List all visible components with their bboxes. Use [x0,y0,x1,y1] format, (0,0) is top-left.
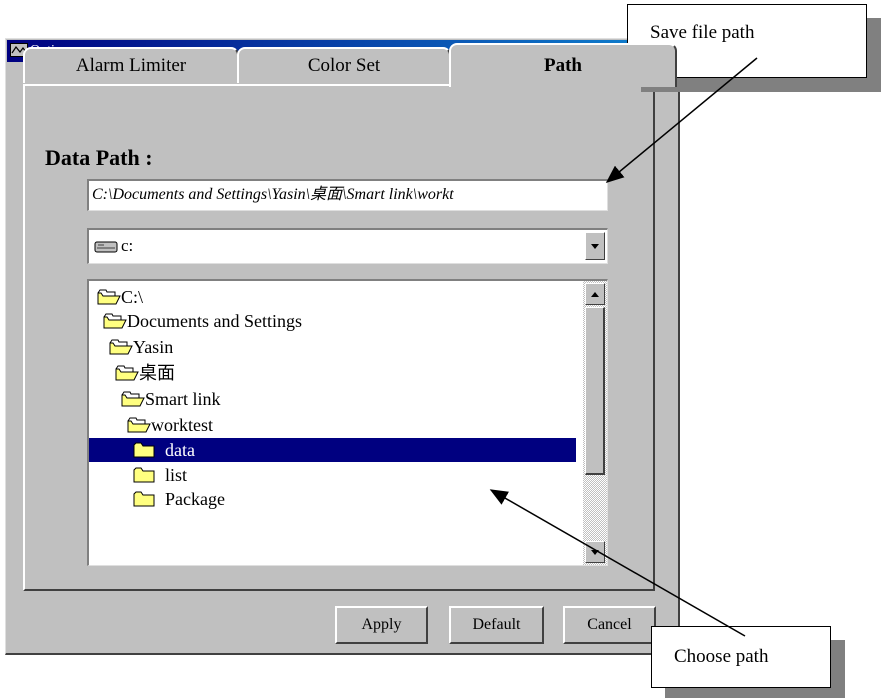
directory-label: Documents and Settings [127,311,302,331]
open-folder-icon [103,313,127,329]
open-folder-icon [127,417,151,433]
directory-label: data [165,440,195,460]
tab-color-set[interactable]: Color Set [237,47,451,83]
directory-label: worktest [151,415,213,435]
drive-icon [94,241,118,253]
directory-label: list [165,465,188,485]
closed-folder-icon [133,442,155,458]
apply-button[interactable]: Apply [335,606,428,644]
cancel-button[interactable]: Cancel [563,606,656,644]
chevron-up-icon [591,292,599,297]
open-folder-icon [109,339,133,355]
directory-label: 桌面 [139,363,175,383]
directory-label: Package [165,489,225,509]
tab-alarm-limiter[interactable]: Alarm Limiter [23,47,239,83]
data-path-field[interactable]: C:\Documents and Settings\Yasin\桌面\Smart… [87,179,608,211]
open-folder-icon [97,289,121,305]
tab-path[interactable]: Path [449,43,677,87]
directory-list[interactable]: C:\ Documents and Settings Yasin 桌面 Smar… [87,279,608,566]
scroll-thumb[interactable] [585,307,605,475]
drive-select[interactable]: c: [87,228,608,264]
data-path-label: Data Path : [45,145,153,170]
directory-scrollbar[interactable] [583,281,607,565]
directory-label: Yasin [133,337,174,357]
default-button[interactable]: Default [449,606,544,644]
directory-item-selected[interactable]: data [89,438,576,462]
drive-dropdown-button[interactable] [585,232,605,260]
scroll-up-button[interactable] [585,283,605,305]
scroll-down-button[interactable] [585,541,605,563]
chevron-down-icon [591,244,599,249]
chevron-down-icon [591,550,599,555]
directory-label: C:\ [121,287,144,307]
drive-selected-value: c: [121,236,134,255]
closed-folder-icon [133,491,155,507]
closed-folder-icon [133,467,155,483]
choose-path-callout: Choose path [651,626,831,688]
open-folder-icon [115,365,139,381]
directory-label: Smart link [145,389,221,409]
open-folder-icon [121,391,145,407]
